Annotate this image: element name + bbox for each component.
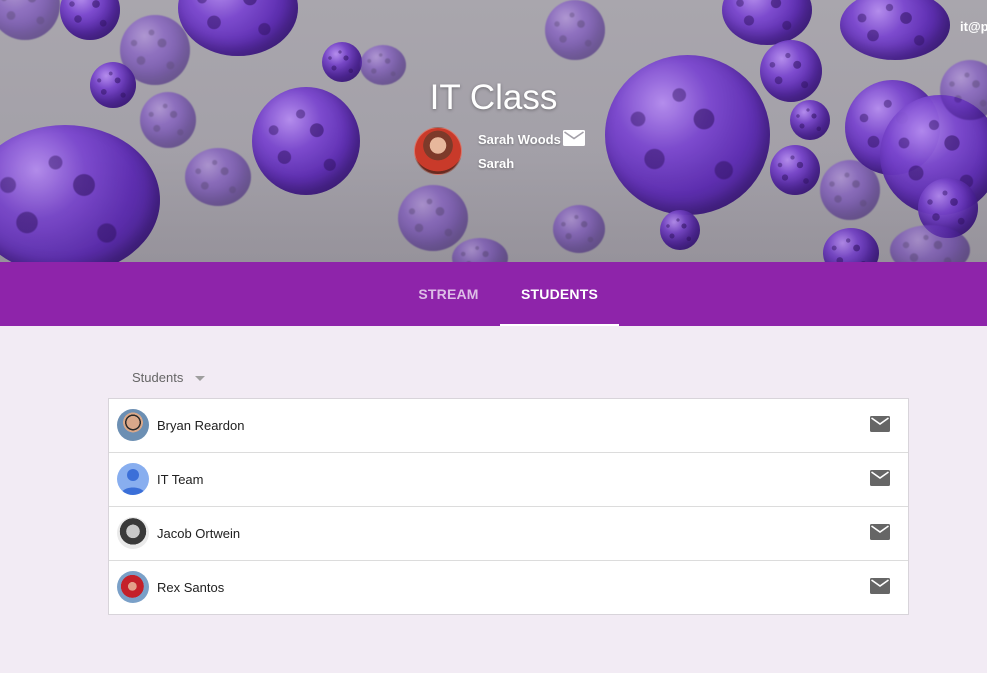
student-name: Bryan Reardon	[157, 418, 245, 433]
avatar	[117, 463, 149, 495]
avatar	[117, 571, 149, 603]
tab-stream[interactable]: STREAM	[397, 262, 500, 326]
student-name: IT Team	[157, 472, 204, 487]
student-row[interactable]: Rex Santos	[109, 560, 908, 614]
teacher-avatar	[414, 127, 462, 175]
person-icon	[121, 469, 145, 495]
chevron-down-icon	[194, 376, 205, 382]
student-row[interactable]: Jacob Ortwein	[109, 506, 908, 560]
mail-icon[interactable]	[870, 416, 890, 432]
teacher-name: Sarah Woods	[478, 132, 561, 147]
teacher-subtitle: Sarah	[478, 156, 515, 171]
account-label[interactable]: it@p	[960, 19, 987, 34]
student-name: Jacob Ortwein	[157, 526, 241, 541]
avatar	[117, 517, 149, 549]
tab-students[interactable]: STUDENTS	[500, 262, 619, 326]
mail-icon[interactable]	[870, 578, 890, 594]
class-banner: IT Class Sarah Woods Sarah it@p	[0, 0, 987, 262]
students-filter-dropdown[interactable]: Students	[132, 370, 205, 388]
student-name: Rex Santos	[157, 580, 225, 595]
mail-icon[interactable]	[870, 470, 890, 486]
mail-icon[interactable]	[563, 130, 585, 146]
mail-icon[interactable]	[870, 524, 890, 540]
tab-bar: STREAM STUDENTS	[0, 262, 987, 326]
avatar	[117, 409, 149, 441]
student-list: Bryan Reardon IT Team Jacob Ortwein Rex …	[108, 398, 909, 615]
student-row[interactable]: Bryan Reardon	[109, 399, 908, 452]
student-row[interactable]: IT Team	[109, 452, 908, 506]
filter-label: Students	[132, 370, 184, 385]
banner-overlay	[0, 0, 987, 262]
class-title: IT Class	[429, 78, 558, 117]
